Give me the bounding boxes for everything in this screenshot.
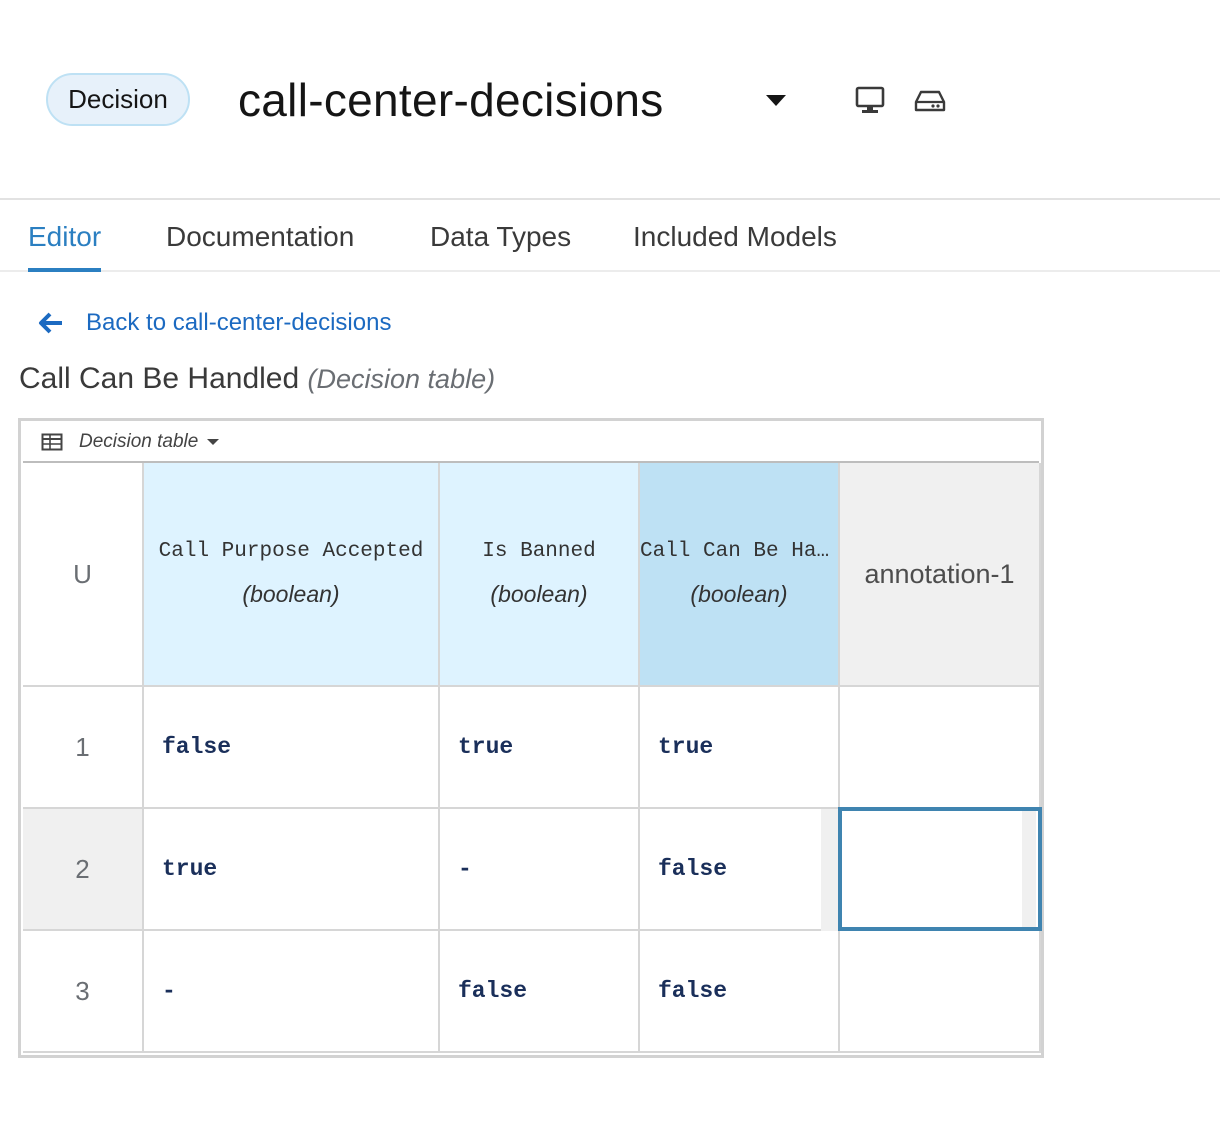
tab-documentation[interactable]: Documentation bbox=[166, 218, 354, 272]
column-name: Call Purpose Accepted bbox=[158, 540, 424, 563]
column-type: (boolean) bbox=[690, 581, 788, 607]
row-number-label: 3 bbox=[75, 975, 90, 1006]
table-cell[interactable]: - bbox=[440, 809, 640, 931]
cell-value: false bbox=[658, 978, 728, 1004]
cell-value: true bbox=[658, 734, 714, 760]
row-number-label: 1 bbox=[75, 731, 90, 762]
column-name: annotation-1 bbox=[864, 558, 1015, 589]
decision-grid: U Call Purpose Accepted (boolean) Is Ban… bbox=[23, 463, 1042, 1055]
tab-editor[interactable]: Editor bbox=[28, 218, 102, 272]
decision-table-type-selector[interactable]: Decision table bbox=[23, 423, 1039, 463]
input-column-header[interactable]: Is Banned (boolean) bbox=[440, 463, 640, 687]
hit-policy-cell[interactable]: U bbox=[23, 463, 144, 687]
table-cell[interactable]: false bbox=[640, 809, 840, 931]
monitor-icon[interactable] bbox=[853, 84, 887, 116]
caret-down-icon bbox=[207, 439, 220, 445]
back-link[interactable]: Back to call-center-decisions bbox=[38, 306, 391, 340]
editor-tabs: Editor Documentation Data Types Included… bbox=[0, 200, 1220, 272]
table-cell[interactable]: - bbox=[144, 931, 440, 1053]
column-name: Is Banned bbox=[482, 540, 596, 563]
table-cell[interactable]: false bbox=[440, 931, 640, 1053]
input-column-header[interactable]: Call Purpose Accepted (boolean) bbox=[144, 463, 440, 687]
model-title: call-center-decisions bbox=[238, 74, 664, 126]
decision-table: Decision table U Call Purpose Accepted (… bbox=[18, 418, 1044, 1058]
hard-drive-icon[interactable] bbox=[913, 84, 947, 116]
cell-value: true bbox=[162, 856, 218, 882]
decision-name: Call Can Be Handled bbox=[19, 362, 300, 395]
decision-badge: Decision bbox=[46, 73, 190, 126]
decision-kind: (Decision table) bbox=[307, 364, 496, 394]
column-name: Call Can Be Han… bbox=[640, 540, 838, 563]
table-cell[interactable]: true bbox=[440, 687, 640, 809]
cell-value: false bbox=[458, 978, 528, 1004]
table-icon bbox=[41, 433, 63, 451]
row-number[interactable]: 2 bbox=[23, 809, 144, 931]
tab-data-types[interactable]: Data Types bbox=[430, 218, 571, 272]
back-link-label: Back to call-center-decisions bbox=[86, 309, 392, 336]
cell-value: true bbox=[458, 734, 514, 760]
tab-included-models[interactable]: Included Models bbox=[633, 218, 837, 272]
row-number[interactable]: 3 bbox=[23, 931, 144, 1053]
cell-value: - bbox=[458, 856, 472, 882]
page-title: Call Can Be Handled (Decision table) bbox=[19, 362, 495, 396]
row-number[interactable]: 1 bbox=[23, 687, 144, 809]
annotation-cell[interactable] bbox=[840, 687, 1041, 809]
output-column-header[interactable]: Call Can Be Han… (boolean) bbox=[640, 463, 840, 687]
cell-value: false bbox=[658, 856, 728, 882]
table-cell[interactable]: true bbox=[640, 687, 840, 809]
decision-table-type-label: Decision table bbox=[79, 431, 199, 452]
column-type: (boolean) bbox=[242, 581, 340, 607]
column-type: (boolean) bbox=[490, 581, 588, 607]
annotation-cell[interactable] bbox=[840, 931, 1041, 1053]
hit-policy: U bbox=[73, 558, 92, 589]
annotation-column-header[interactable]: annotation-1 bbox=[840, 463, 1041, 687]
table-cell[interactable]: true bbox=[144, 809, 440, 931]
cell-value: - bbox=[162, 978, 176, 1004]
row-number-label: 2 bbox=[75, 853, 90, 884]
table-cell[interactable]: false bbox=[640, 931, 840, 1053]
model-menu-caret-icon[interactable] bbox=[762, 90, 790, 110]
selection-shadow bbox=[1022, 811, 1036, 927]
selected-cell-highlight[interactable] bbox=[838, 807, 1042, 931]
table-cell[interactable]: false bbox=[144, 687, 440, 809]
cell-value: false bbox=[162, 734, 232, 760]
arrow-left-icon bbox=[39, 312, 62, 334]
